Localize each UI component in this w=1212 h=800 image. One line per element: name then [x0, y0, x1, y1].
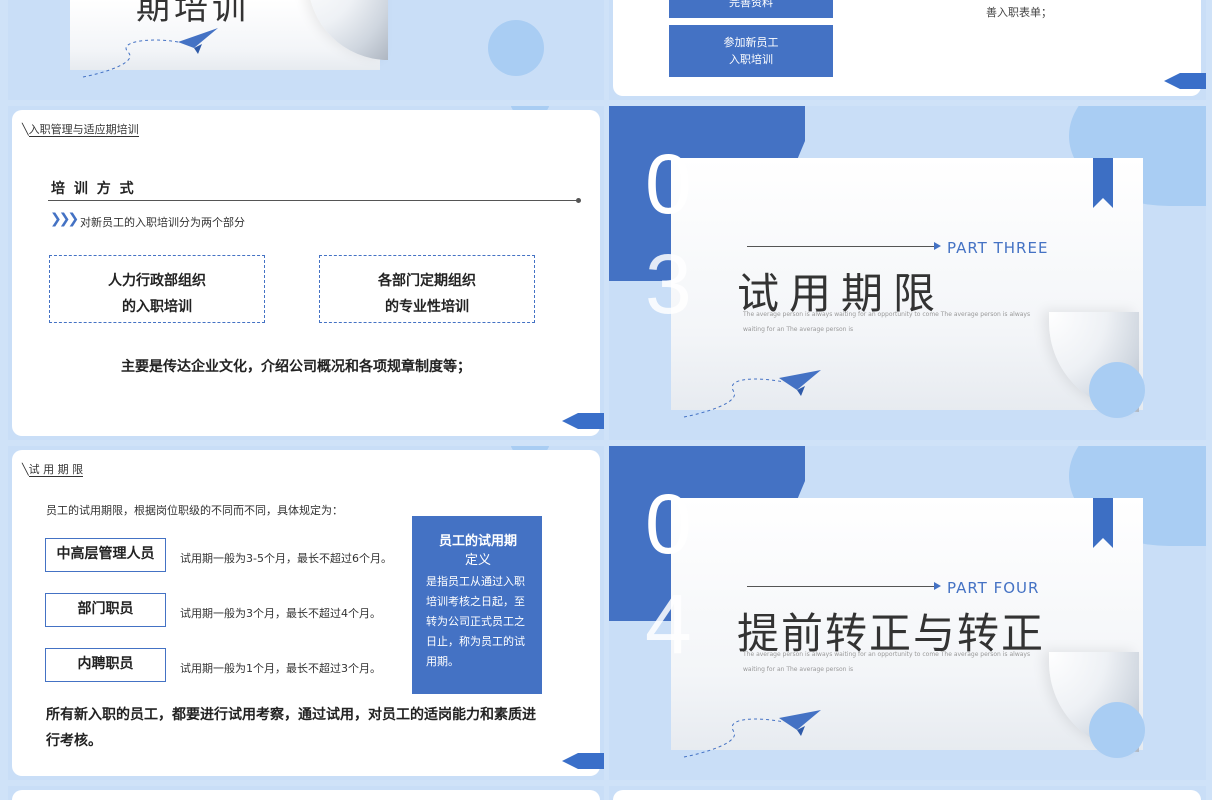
- slide-probation[interactable]: ╲试 用 期 限 员工的试用期限，根据岗位职级的不同而不同，具体规定为： 中高层…: [8, 446, 604, 780]
- role-label: 内聘职员: [77, 656, 134, 672]
- slide-bottom-left-partial[interactable]: [8, 786, 604, 800]
- training-box-hr: 人力行政部组织 的入职培训: [49, 255, 265, 323]
- slide-top-left[interactable]: 期培训: [8, 0, 604, 100]
- description-line-2: waiting for an The average person is: [743, 326, 854, 333]
- slide-training[interactable]: ╲入职管理与适应期培训 培 训 方 式 ❯❯❯ 对新员工的入职培训分为两个部分 …: [8, 106, 604, 440]
- part-number-digit-2: 3: [645, 237, 692, 331]
- role-label: 部门职员: [77, 601, 134, 617]
- section-slash-icon: ╲: [22, 123, 29, 136]
- section-title: 入职管理与适应期培训: [28, 123, 139, 137]
- content-card: [613, 790, 1201, 800]
- paper-plane-icon: [683, 370, 821, 418]
- decor-circle: [1089, 362, 1145, 418]
- slide-part-three[interactable]: 0 3 PART THREE 试用期限 The average person i…: [609, 106, 1206, 440]
- part-label-arrow-icon: [934, 582, 941, 590]
- definition-panel: 员工的试用期 定义 是指员工从通过入职培训考核之日起，至转为公司正式员工之日止，…: [412, 516, 542, 694]
- role-box-senior: 中高层管理人员: [45, 538, 166, 572]
- section-header: ╲试 用 期 限: [22, 461, 84, 477]
- join-training-button[interactable]: 参加新员工 入职培训: [669, 25, 833, 77]
- part-number-digit-1: 0: [645, 137, 692, 231]
- content-card: [12, 790, 600, 800]
- section-title: 试 用 期 限: [28, 463, 84, 477]
- intro-text: 员工的试用期限，根据岗位职级的不同而不同，具体规定为：: [46, 504, 343, 517]
- form-note: 善入职表单；: [986, 6, 1052, 19]
- training-box-dept-line1: 各部门定期组织: [378, 273, 476, 289]
- heading-divider-dot: [576, 198, 581, 203]
- join-training-label-1: 参加新员工: [723, 36, 779, 49]
- bookmark-icon: [1093, 158, 1113, 208]
- part-number-digit-1: 0: [645, 477, 692, 571]
- part-number-digit-2: 4: [645, 577, 692, 671]
- slide-top-right[interactable]: 完善资料 参加新员工 入职培训 善入职表单；: [609, 0, 1206, 100]
- description-line-2: waiting for an The average person is: [743, 666, 854, 673]
- paper-plane-icon: [82, 28, 218, 78]
- subtitle: 对新员工的入职培训分为两个部分: [80, 216, 245, 229]
- decor-circle: [1089, 702, 1145, 758]
- heading: 培 训 方 式: [51, 181, 136, 197]
- decor-circle: [488, 20, 544, 76]
- part-label-arrow-icon: [934, 242, 941, 250]
- part-label-line: [747, 586, 937, 587]
- role-box-staff: 部门职员: [45, 593, 166, 627]
- part-label-line: [747, 246, 937, 247]
- part-label: PART FOUR: [947, 579, 1040, 597]
- role-box-internal: 内聘职员: [45, 648, 166, 682]
- slide-part-four[interactable]: 0 4 PART FOUR 提前转正与转正 The average person…: [609, 446, 1206, 780]
- rule-text: 试用期一般为1个月，最长不超过3个月。: [180, 662, 381, 675]
- definition-title-1: 员工的试用期: [438, 534, 517, 549]
- description-line-1: The average person is always waiting for…: [743, 311, 1031, 318]
- heading-divider: [48, 200, 578, 201]
- join-training-label-2: 入职培训: [729, 53, 773, 66]
- training-box-dept-line2: 的专业性培训: [385, 299, 469, 315]
- summary-text: 主要是传达企业文化，介绍公司概况和各项规章制度等；: [121, 359, 471, 375]
- bookmark-icon: [1093, 498, 1113, 548]
- summary-text: 所有新入职的员工，都要进行试用考察，通过试用，对员工的适岗能力和素质进行考核。: [46, 707, 536, 749]
- training-box-dept: 各部门定期组织 的专业性培训: [319, 255, 535, 323]
- complete-info-label: 完善资料: [729, 0, 773, 9]
- section-header: ╲入职管理与适应期培训: [22, 121, 139, 137]
- chevrons-icon: ❯❯❯: [50, 211, 79, 227]
- rule-text: 试用期一般为3-5个月，最长不超过6个月。: [180, 552, 392, 565]
- training-box-hr-line1: 人力行政部组织: [108, 273, 206, 289]
- section-slash-icon: ╲: [22, 463, 29, 476]
- rule-text: 试用期一般为3个月，最长不超过4个月。: [180, 607, 381, 620]
- training-box-hr-line2: 的入职培训: [122, 299, 192, 315]
- definition-body: 是指员工从通过入职培训考核之日起，至转为公司正式员工之日止，称为员工的试用期。: [426, 575, 525, 668]
- description-line-1: The average person is always waiting for…: [743, 651, 1031, 658]
- complete-info-button[interactable]: 完善资料: [669, 0, 833, 18]
- part-label: PART THREE: [947, 239, 1049, 257]
- paper-plane-icon: [683, 710, 821, 758]
- definition-title-2: 定义: [464, 553, 491, 568]
- slide-bottom-right-partial[interactable]: [609, 786, 1206, 800]
- role-label: 中高层管理人员: [56, 546, 155, 562]
